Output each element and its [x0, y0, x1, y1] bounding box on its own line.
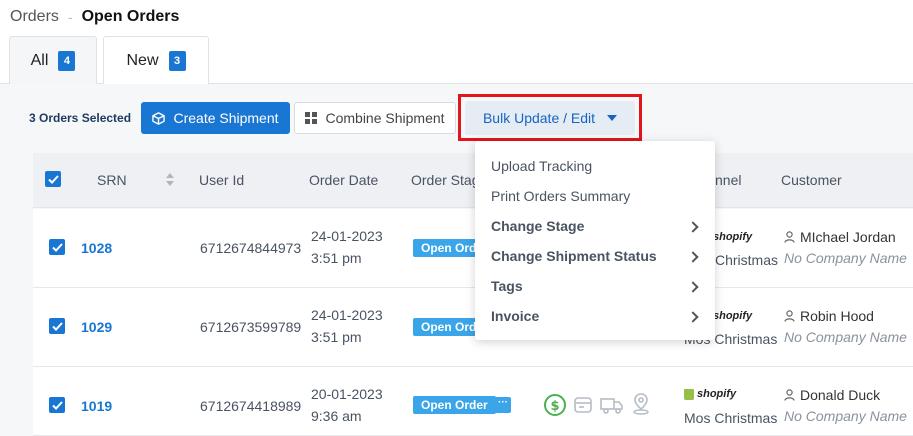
menu-item-print-orders-summary[interactable]: Print Orders Summary	[491, 188, 630, 204]
stage-badge: Open Order	[413, 396, 496, 414]
user-id: 6712674844973	[200, 240, 302, 256]
shopify-logo-text: shopify	[713, 231, 753, 243]
order-srn-link[interactable]: 1028	[81, 240, 112, 256]
shopify-logo-text: shopify	[713, 310, 753, 322]
person-icon	[784, 389, 795, 401]
order-date: 24-01-2023 3:51 pm	[311, 304, 383, 348]
customer-name[interactable]: MIchael Jordan	[784, 229, 896, 245]
customer-name-text: Donald Duck	[800, 387, 881, 403]
breadcrumb-orders[interactable]: Orders	[10, 8, 59, 26]
tab-all-label: All	[30, 51, 49, 69]
page-title: Open Orders	[81, 8, 180, 25]
tab-new[interactable]: New 3	[103, 36, 209, 85]
company-name: No Company Name	[784, 408, 907, 424]
menu-item-tags[interactable]: Tags	[491, 278, 523, 294]
shopify-logo-text: shopify	[697, 388, 737, 400]
customer-name-text: MIchael Jordan	[800, 229, 896, 245]
chevron-right-icon	[687, 311, 699, 323]
order-date-day: 24-01-2023	[311, 307, 383, 323]
bulk-update-menu: Upload Tracking Print Orders Summary Cha…	[475, 141, 715, 340]
tab-new-label: New	[126, 52, 159, 69]
order-date: 24-01-2023 3:51 pm	[311, 225, 383, 269]
chevron-right-icon	[687, 221, 699, 233]
breadcrumb: Orders - Open Orders	[10, 8, 179, 26]
checkbox-icon	[51, 400, 63, 410]
tab-new-count-badge: 3	[168, 51, 186, 71]
create-shipment-button[interactable]: Create Shipment	[141, 102, 290, 134]
dollar-icon[interactable]: $	[543, 393, 567, 422]
customer-name[interactable]: Donald Duck	[784, 387, 880, 403]
header-user-id[interactable]: User Id	[199, 172, 244, 188]
order-srn-link[interactable]: 1019	[81, 398, 112, 414]
channel-name: Mos Christmas	[684, 410, 778, 426]
menu-item-upload-tracking[interactable]: Upload Tracking	[491, 158, 592, 174]
breadcrumb-separator: -	[67, 9, 73, 25]
combine-shipment-button[interactable]: Combine Shipment	[294, 102, 456, 134]
combine-shipment-label: Combine Shipment	[325, 110, 445, 126]
user-id: 6712674418989	[200, 398, 302, 414]
select-all-checkbox[interactable]	[45, 171, 61, 187]
order-date-day: 24-01-2023	[311, 228, 383, 244]
row-checkbox[interactable]	[49, 239, 65, 255]
checkbox-icon	[51, 321, 63, 331]
header-order-stage[interactable]: Order Stag	[411, 172, 479, 188]
order-date: 20-01-2023 9:36 am	[311, 383, 383, 427]
box-icon	[152, 111, 166, 125]
user-id: 6712673599789	[200, 319, 302, 335]
order-date-time: 3:51 pm	[311, 250, 362, 266]
header-order-date[interactable]: Order Date	[309, 172, 378, 188]
row-checkbox[interactable]	[49, 318, 65, 334]
annotation-highlight-box	[458, 94, 642, 141]
order-date-time: 3:51 pm	[311, 329, 362, 345]
shopify-logo: shopify	[684, 388, 736, 400]
shopify-bag-icon	[684, 388, 694, 400]
customer-name-text: Robin Hood	[800, 308, 874, 324]
person-icon	[784, 310, 795, 322]
company-name: No Company Name	[784, 329, 907, 345]
menu-item-invoice[interactable]: Invoice	[491, 308, 539, 324]
order-date-day: 20-01-2023	[311, 386, 383, 402]
checkbox-icon	[47, 174, 59, 184]
header-channel[interactable]: nnel	[715, 172, 741, 188]
truck-icon[interactable]	[600, 395, 624, 420]
location-pin-icon[interactable]	[631, 392, 651, 421]
shopify-logo: shopify	[713, 231, 752, 243]
header-customer[interactable]: Customer	[781, 172, 842, 188]
grid-icon	[305, 112, 318, 124]
shopify-logo: shopify	[713, 310, 752, 322]
checkbox-icon	[51, 242, 63, 252]
chevron-right-icon	[687, 281, 699, 293]
row-checkbox[interactable]	[49, 397, 65, 413]
customer-name[interactable]: Robin Hood	[784, 308, 874, 324]
tab-all-count-badge: 4	[58, 50, 76, 71]
invoice-icon[interactable]	[573, 395, 593, 420]
more-tags-button[interactable]: ···	[495, 397, 511, 413]
order-date-time: 9:36 am	[311, 408, 362, 424]
chevron-right-icon	[687, 251, 699, 263]
tab-all[interactable]: All 4	[9, 36, 97, 84]
selected-count: 3 Orders Selected	[29, 111, 132, 125]
svg-text:$: $	[550, 399, 559, 414]
channel-name: Christmas	[715, 252, 779, 268]
company-name: No Company Name	[784, 250, 907, 266]
menu-item-change-stage[interactable]: Change Stage	[491, 218, 584, 234]
menu-item-change-shipment-status[interactable]: Change Shipment Status	[491, 248, 657, 264]
create-shipment-label: Create Shipment	[173, 110, 279, 126]
person-icon	[784, 231, 795, 243]
header-srn[interactable]: SRN	[97, 172, 127, 188]
sort-icon[interactable]	[166, 173, 176, 187]
order-srn-link[interactable]: 1029	[81, 319, 112, 335]
